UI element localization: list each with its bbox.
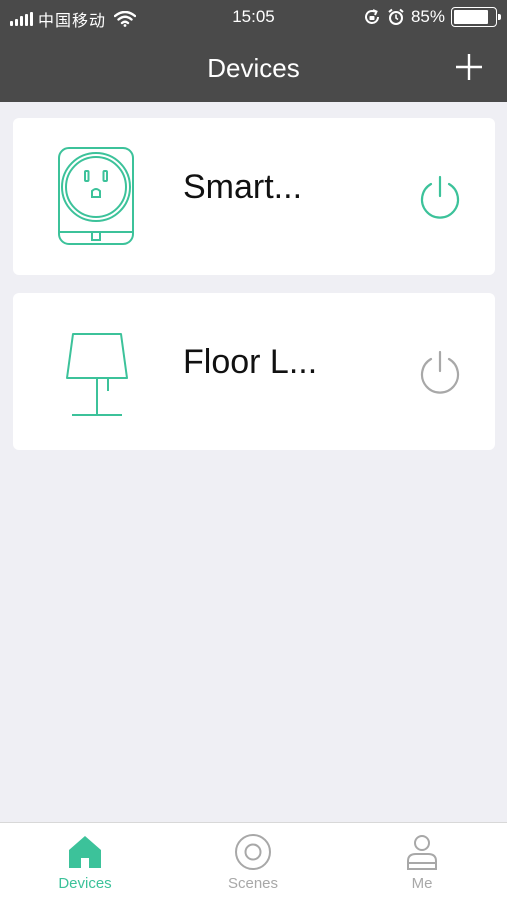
floor-lamp-icon [66,333,128,416]
power-on-icon[interactable] [416,174,464,222]
battery-percent: 85% [410,7,445,26]
battery-level [454,10,488,24]
alarm-icon [388,8,404,25]
tab-bar: Devices Scenes Me [0,822,507,900]
status-right: 85% [363,7,501,27]
app-header: 中国移动 15:05 85% Devices [0,0,507,102]
battery-icon [451,7,501,27]
smart-plug-icon [58,147,134,245]
tab-label: Scenes [227,875,279,892]
tab-scenes[interactable]: Scenes [193,823,313,900]
device-name: Floor L... [183,343,318,381]
tab-me[interactable]: Me [362,823,482,900]
scenes-icon [235,834,271,870]
tab-label: Devices [58,875,112,892]
status-bar: 中国移动 15:05 85% [0,0,507,36]
device-card-smart-plug[interactable]: Smart... [13,118,495,275]
plus-icon[interactable] [455,53,483,81]
device-card-floor-lamp[interactable]: Floor L... [13,293,495,450]
home-icon [69,836,101,868]
device-name: Smart... [183,168,303,206]
person-icon [407,835,437,870]
rotation-lock-icon [365,9,379,24]
page-title: Devices [207,53,300,83]
tab-label: Me [411,875,433,892]
power-off-icon[interactable] [416,349,464,397]
tab-devices[interactable]: Devices [25,823,145,900]
